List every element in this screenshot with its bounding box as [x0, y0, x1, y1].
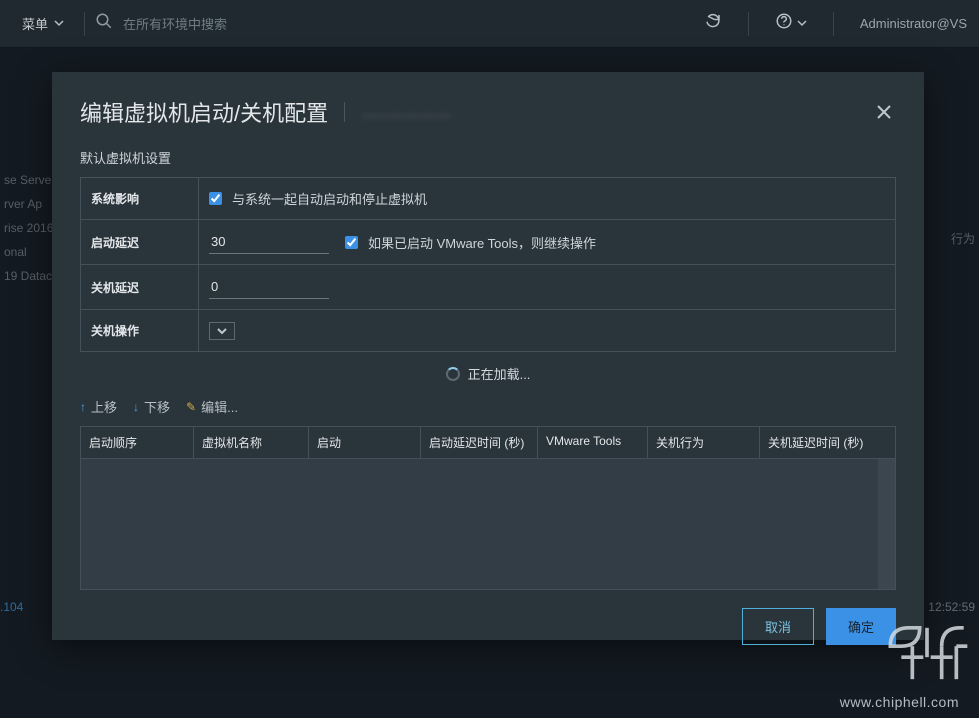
grid-header: 启动顺序 虚拟机名称 启动 启动延迟时间 (秒) VMware Tools 关机… — [81, 427, 895, 459]
move-up-button[interactable]: ↑ 上移 — [80, 397, 117, 416]
grid-body — [81, 459, 895, 589]
chevron-down-icon — [797, 15, 807, 33]
chevron-down-icon — [54, 16, 64, 31]
config-row-startup-delay: 启动延迟 如果已启动 VMware Tools，则继续操作 — [81, 220, 895, 265]
shutdown-action-select[interactable] — [209, 322, 235, 340]
col-startup-order[interactable]: 启动顺序 — [81, 427, 194, 458]
config-key: 启动延迟 — [81, 220, 199, 264]
search-placeholder: 在所有环境中搜索 — [123, 14, 227, 33]
cancel-button[interactable]: 取消 — [742, 608, 814, 645]
divider — [84, 12, 85, 36]
config-key: 关机延迟 — [81, 265, 199, 309]
divider — [833, 12, 834, 36]
col-startup-delay[interactable]: 启动延迟时间 (秒) — [421, 427, 538, 458]
config-key: 关机操作 — [81, 310, 199, 351]
vmware-tools-continue-checkbox[interactable] — [345, 236, 358, 249]
system-impact-checkbox[interactable] — [209, 192, 222, 205]
search-icon — [95, 12, 113, 35]
edit-button[interactable]: ✎ 编辑... — [186, 397, 238, 416]
move-down-button[interactable]: ↓ 下移 — [133, 397, 170, 416]
close-icon — [876, 104, 892, 120]
refresh-icon[interactable] — [704, 12, 722, 35]
chevron-down-icon — [217, 326, 227, 336]
config-row-shutdown-delay: 关机延迟 — [81, 265, 895, 310]
config-table: 系统影响 与系统一起自动启动和停止虚拟机 启动延迟 如果已启动 VMware T… — [80, 177, 896, 352]
col-shutdown-delay[interactable]: 关机延迟时间 (秒) — [760, 427, 895, 458]
action-label: 编辑... — [201, 397, 238, 416]
col-shutdown-behavior[interactable]: 关机行为 — [648, 427, 760, 458]
modal-title: 编辑虚拟机启动/关机配置 — [80, 96, 328, 128]
menu-label: 菜单 — [22, 14, 48, 33]
help-button[interactable] — [775, 12, 807, 35]
checkbox-label: 与系统一起自动启动和停止虚拟机 — [232, 189, 427, 208]
user-label[interactable]: Administrator@VS — [860, 16, 967, 31]
close-button[interactable] — [872, 100, 896, 124]
loading-text: 正在加载... — [468, 364, 531, 383]
col-startup[interactable]: 启动 — [309, 427, 421, 458]
shutdown-delay-input[interactable] — [209, 275, 329, 299]
section-label: 默认虚拟机设置 — [52, 144, 924, 177]
col-vm-name[interactable]: 虚拟机名称 — [194, 427, 309, 458]
col-vmware-tools[interactable]: VMware Tools — [538, 427, 648, 458]
modal-dialog: 编辑虚拟机启动/关机配置 ……………… 默认虚拟机设置 系统影响 与系统一起自动… — [52, 72, 924, 640]
vm-grid: 启动顺序 虚拟机名称 启动 启动延迟时间 (秒) VMware Tools 关机… — [80, 426, 896, 590]
config-key: 系统影响 — [81, 178, 199, 219]
divider — [748, 12, 749, 36]
scrollbar[interactable] — [878, 459, 895, 589]
startup-delay-input[interactable] — [209, 230, 329, 254]
loading-indicator: 正在加载... — [52, 352, 924, 391]
arrow-down-icon: ↓ — [133, 400, 139, 414]
pencil-icon: ✎ — [186, 400, 196, 414]
config-row-system-impact: 系统影响 与系统一起自动启动和停止虚拟机 — [81, 178, 895, 220]
action-label: 下移 — [144, 397, 170, 416]
search-area[interactable]: 在所有环境中搜索 — [95, 12, 704, 35]
watermark-text: www.chiphell.com — [840, 694, 959, 710]
help-icon — [775, 12, 793, 35]
arrow-up-icon: ↑ — [80, 400, 86, 414]
config-row-shutdown-action: 关机操作 — [81, 310, 895, 351]
spinner-icon — [446, 367, 460, 381]
action-label: 上移 — [91, 397, 117, 416]
menu-button[interactable]: 菜单 — [12, 14, 74, 33]
divider — [344, 102, 345, 122]
modal-subtitle: ……………… — [361, 104, 451, 121]
watermark-logo-icon — [883, 613, 971, 688]
checkbox-label: 如果已启动 VMware Tools，则继续操作 — [368, 233, 596, 252]
